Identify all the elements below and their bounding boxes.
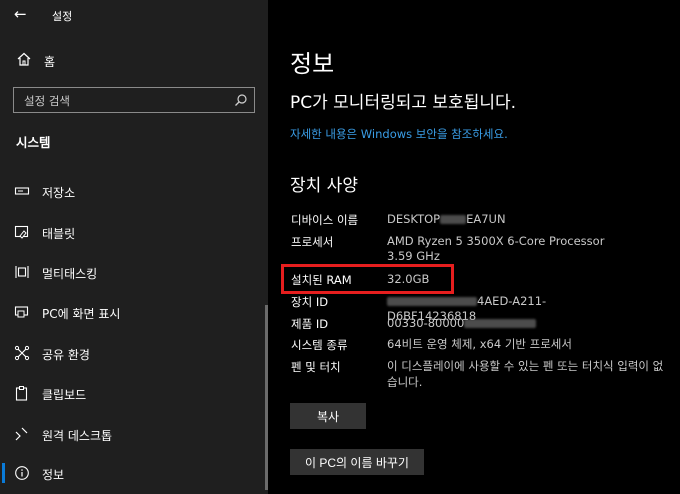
storage-icon — [14, 183, 30, 199]
processor-value-line2: 3.59 GHz — [387, 249, 440, 263]
main-content: 정보 PC가 모니터링되고 보호됩니다. 자세한 내용은 Windows 보안을… — [268, 0, 680, 494]
sidebar-item-label: 멀티태스킹 — [42, 267, 98, 281]
redacted-mask — [387, 297, 477, 306]
processor-value: AMD Ryzen 5 3500X 6-Core Processor 3.59 … — [387, 234, 627, 264]
device-name-label: 디바이스 이름 — [291, 213, 359, 227]
sidebar-item-about[interactable]: 정보 — [0, 458, 266, 488]
system-type-value: 64비트 운영 체제, x64 기반 프로세서 — [387, 337, 572, 351]
sidebar-section-title: 시스템 — [16, 135, 51, 150]
pen-touch-value: 이 디스플레이에 사용할 수 있는 펜 또는 터치식 입력이 없습니다. — [387, 359, 664, 389]
selected-indicator — [2, 463, 5, 483]
ram-highlight-box — [281, 264, 454, 294]
sidebar-item-shared-experiences[interactable]: 공유 환경 — [0, 338, 266, 368]
rename-pc-button[interactable]: 이 PC의 이름 바꾸기 — [290, 449, 424, 475]
search-input[interactable]: 설정 검색 — [13, 87, 255, 113]
redacted-mask — [440, 215, 467, 224]
title-bar: ← 설정 — [0, 0, 268, 30]
product-id-label: 제품 ID — [291, 317, 329, 331]
home-label: 홈 — [44, 55, 56, 69]
copy-button[interactable]: 복사 — [290, 403, 366, 429]
system-type-label: 시스템 종류 — [291, 338, 348, 352]
sidebar-item-label: 공유 환경 — [42, 348, 90, 362]
sidebar-item-label: PC에 화면 표시 — [42, 307, 121, 321]
device-name-prefix: DESKTOP — [387, 212, 441, 226]
multitasking-icon — [14, 264, 30, 280]
sidebar-item-clipboard[interactable]: 클립보드 — [0, 378, 266, 408]
remote-desktop-icon — [14, 426, 30, 442]
sidebar-item-label: 원격 데스크톱 — [42, 429, 113, 443]
processor-value-line1: AMD Ryzen 5 3500X 6-Core Processor — [387, 234, 605, 248]
device-name-suffix: EA7UN — [466, 212, 506, 226]
device-id-label: 장치 ID — [291, 295, 329, 309]
sidebar-item-label: 정보 — [42, 468, 65, 482]
windows-security-link[interactable]: 자세한 내용은 Windows 보안을 참조하세요. — [290, 126, 508, 142]
search-icon[interactable] — [234, 93, 248, 107]
processor-label: 프로세서 — [291, 235, 334, 249]
shared-experiences-icon — [14, 345, 30, 361]
sidebar-item-label: 태블릿 — [42, 227, 76, 241]
page-title: 정보 — [290, 50, 335, 78]
app-title: 설정 — [52, 10, 73, 23]
projecting-icon — [14, 304, 30, 320]
back-arrow-icon[interactable]: ← — [14, 5, 27, 23]
protection-status: PC가 모니터링되고 보호됩니다. — [290, 93, 517, 113]
sidebar-item-projecting[interactable]: PC에 화면 표시 — [0, 297, 266, 327]
redacted-mask — [464, 319, 537, 328]
product-id-value: 00330-80000 — [387, 316, 627, 331]
pen-touch-label: 펜 및 터치 — [291, 360, 341, 374]
device-specs-title: 장치 사양 — [290, 176, 358, 196]
info-icon — [14, 465, 30, 481]
tablet-icon — [14, 224, 30, 240]
device-name-value: DESKTOP EA7UN — [387, 212, 627, 227]
sidebar-item-home[interactable]: 홈 — [0, 50, 268, 72]
sidebar-item-storage[interactable]: 저장소 — [0, 176, 266, 206]
sidebar: ← 설정 홈 설정 검색 시스템 저장소 태블릿 멀티태스킹 PC에 화면 표시… — [0, 0, 268, 494]
sidebar-item-multitasking[interactable]: 멀티태스킹 — [0, 257, 266, 287]
product-id-prefix: 00330-80000 — [387, 316, 465, 330]
sidebar-item-label: 저장소 — [42, 186, 76, 200]
sidebar-item-tablet[interactable]: 태블릿 — [0, 217, 266, 247]
home-icon — [16, 51, 32, 67]
sidebar-item-label: 클립보드 — [42, 388, 87, 402]
search-placeholder: 설정 검색 — [24, 94, 70, 108]
sidebar-item-remote-desktop[interactable]: 원격 데스크톱 — [0, 419, 266, 449]
clipboard-icon — [14, 385, 30, 401]
